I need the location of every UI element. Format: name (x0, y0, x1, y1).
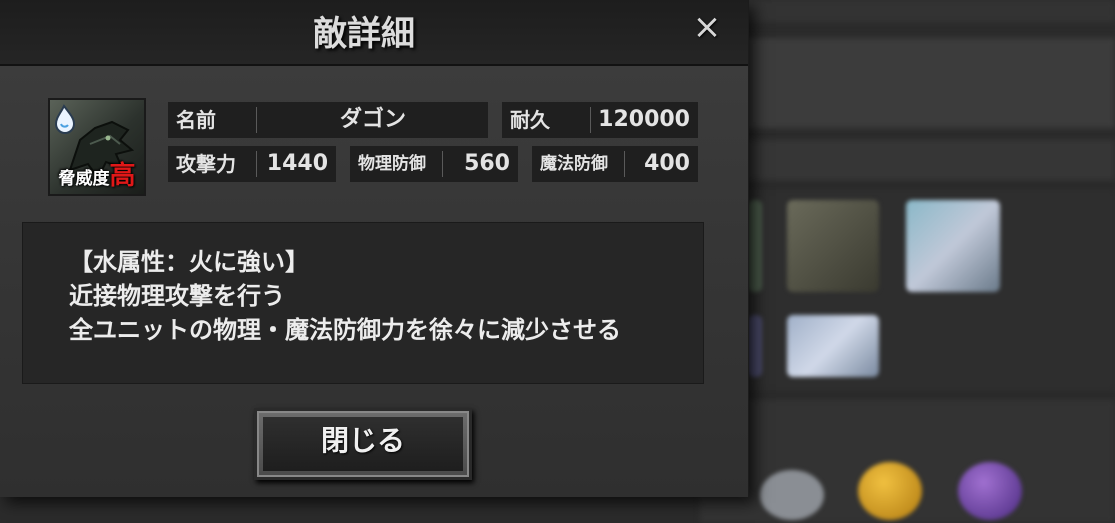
description-line: 全ユニットの物理・魔法防御力を徐々に減少させる (69, 316, 621, 344)
phys-def-cell: 物理防御 560 (350, 146, 518, 182)
background-unit-thumb (787, 200, 879, 292)
threat-indicator: 脅威度高 (50, 155, 144, 192)
mag-def-value: 400 (644, 151, 690, 176)
background-unit-thumb (748, 315, 762, 377)
description-line: 【水属性：火に強い】 (69, 248, 309, 276)
close-button-label[interactable]: 閉じる (257, 411, 469, 471)
divider (590, 107, 591, 133)
close-button[interactable]: 閉じる (254, 408, 472, 480)
attack-value: 1440 (266, 151, 328, 176)
phys-def-label: 物理防御 (358, 154, 426, 174)
threat-level: 高 (109, 161, 136, 191)
mag-def-label: 魔法防御 (540, 154, 608, 174)
divider (442, 151, 443, 177)
name-label: 名前 (176, 108, 216, 132)
background-band (700, 140, 1115, 180)
background-unit-thumb (748, 200, 762, 292)
description-line: 近接物理攻撃を行う (69, 282, 285, 310)
durability-value: 120000 (598, 107, 690, 132)
durability-label: 耐久 (510, 108, 550, 132)
enemy-portrait: 脅威度高 (48, 98, 146, 196)
enemy-description: 【水属性：火に強い】 近接物理攻撃を行う 全ユニットの物理・魔法防御力を徐々に減… (22, 222, 704, 384)
divider (624, 151, 625, 177)
name-value: ダゴン (339, 107, 406, 132)
close-icon[interactable]: × (688, 8, 726, 46)
dialog-title-bar: 敵詳細 × (0, 0, 748, 66)
name-cell: 名前 ダゴン (168, 102, 488, 138)
mag-def-cell: 魔法防御 400 (532, 146, 698, 182)
background-unit-thumb (906, 200, 1000, 292)
background-item-orb (958, 462, 1022, 520)
background-item-orb (858, 462, 922, 520)
divider (256, 151, 257, 177)
enemy-detail-dialog: 敵詳細 × 脅威度高 名前 ダゴン 耐久 120000 攻撃力 1440 物理防… (0, 0, 749, 497)
background-band (700, 0, 1115, 22)
background-band (700, 38, 1115, 128)
background-item-orb (760, 470, 824, 520)
attack-label: 攻撃力 (176, 152, 236, 176)
durability-cell: 耐久 120000 (502, 102, 698, 138)
phys-def-value: 560 (464, 151, 510, 176)
background-unit-thumb (787, 315, 879, 377)
dialog-title: 敵詳細 (313, 14, 415, 54)
threat-label: 脅威度 (58, 169, 110, 189)
divider (256, 107, 257, 133)
attack-cell: 攻撃力 1440 (168, 146, 336, 182)
